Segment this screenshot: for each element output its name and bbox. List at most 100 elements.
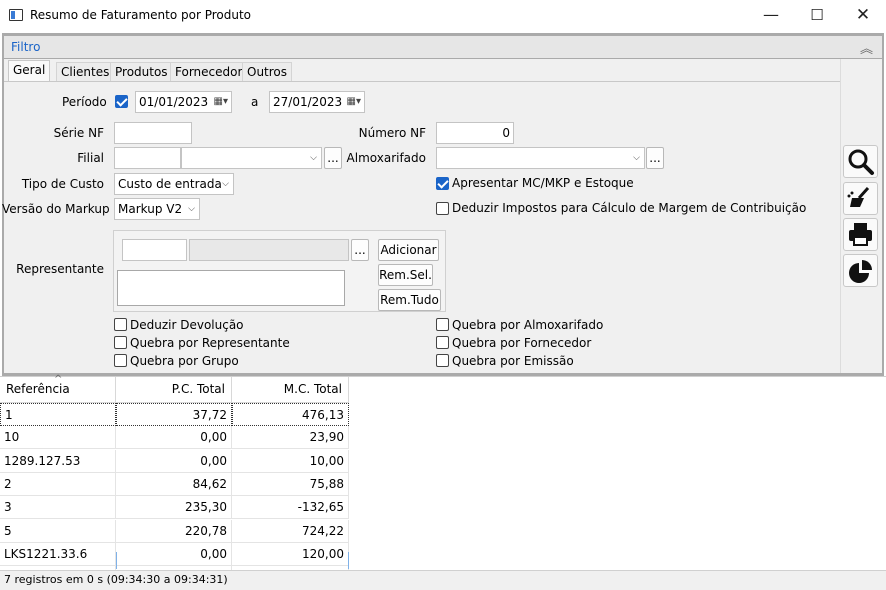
serie-nf-label: Série NF [53, 126, 104, 140]
cell-mc-total[interactable]: 10,00 [232, 449, 349, 473]
cell-pc-total[interactable]: 0,00 [116, 426, 232, 450]
representante-code-input[interactable] [122, 239, 187, 261]
quebra-almoxarifado-checkbox[interactable] [436, 318, 449, 331]
tab-geral[interactable]: Geral [8, 60, 51, 82]
app-icon [9, 9, 23, 21]
periodo-to-value: 27/01/2023 [273, 95, 343, 109]
tab-fornecedor[interactable]: Fornecedor [170, 62, 248, 82]
quebra-representante-label: Quebra por Representante [130, 336, 290, 350]
cell-mc-total[interactable]: 476,13 [232, 403, 349, 426]
cell-pc-total[interactable]: 0,00 [116, 449, 232, 473]
cell-referencia[interactable]: 5 [0, 519, 116, 543]
tipo-custo-value: Custo de entrada [118, 177, 222, 191]
print-button[interactable] [843, 218, 878, 251]
deduzir-devolucao-checkbox[interactable] [114, 318, 127, 331]
quebra-fornecedor-checkbox[interactable] [436, 336, 449, 349]
periodo-to-field[interactable]: 27/01/2023 ▦▾ [269, 91, 365, 113]
cell-pc-total[interactable]: 235,30 [116, 496, 232, 520]
quebra-grupo-checkbox[interactable] [114, 354, 127, 367]
cell-mc-total[interactable]: 120,00 [232, 542, 349, 566]
representante-label: Representante [16, 262, 104, 276]
status-text: 7 registros em 0 s (09:34:30 a 09:34:31) [4, 573, 228, 586]
periodo-separator: a [251, 95, 259, 109]
cell-pc-total[interactable]: 84,62 [116, 472, 232, 496]
almoxarifado-label: Almoxarifado [346, 151, 426, 165]
representante-name-field [189, 239, 349, 261]
chart-icon [849, 260, 872, 283]
tipo-custo-select[interactable]: Custo de entrada ⌵ [114, 173, 234, 195]
versao-markup-select[interactable]: Markup V2 ⌵ [114, 198, 200, 220]
clear-filter-button[interactable] [843, 182, 878, 215]
periodo-from-field[interactable]: 01/01/2023 ▦▾ [135, 91, 232, 113]
tab-outros[interactable]: Outros [242, 62, 293, 82]
close-button[interactable]: ✕ [840, 0, 886, 31]
chevron-down-icon: ⌵ [633, 153, 640, 163]
periodo-checkbox[interactable] [115, 95, 128, 108]
column-header-mc-total[interactable]: M.C. Total [232, 377, 349, 403]
clear-filter-icon [847, 186, 870, 207]
cell-mc-total[interactable]: 23,90 [232, 426, 349, 450]
filial-select[interactable]: ⌵ [181, 147, 322, 169]
minimize-button[interactable]: — [748, 0, 794, 31]
quebra-fornecedor-label: Quebra por Fornecedor [452, 336, 592, 350]
numero-nf-label: Número NF [358, 126, 426, 140]
chevron-down-icon: ⌵ [188, 204, 195, 214]
filial-label: Filial [77, 151, 104, 165]
cell-pc-total[interactable]: 37,72 [116, 403, 232, 426]
column-divider [116, 552, 117, 569]
periodo-from-value: 01/01/2023 [139, 95, 209, 109]
quebra-representante-checkbox[interactable] [114, 336, 127, 349]
deduzir-impostos-checkbox[interactable] [436, 202, 449, 215]
deduzir-impostos-label: Deduzir Impostos para Cálculo de Margem … [452, 201, 807, 215]
chevron-down-icon: ⌵ [222, 179, 229, 189]
cell-mc-total[interactable]: -132,65 [232, 496, 349, 520]
chevron-down-icon: ⌵ [310, 153, 317, 163]
filial-code-input[interactable] [114, 147, 181, 169]
cell-pc-total[interactable]: 220,78 [116, 519, 232, 543]
window-title: Resumo de Faturamento por Produto [30, 8, 252, 22]
versao-markup-label: Versão do Markup [2, 202, 110, 216]
cell-referencia[interactable]: 1 [0, 403, 116, 426]
cell-referencia[interactable]: 1289.127.53 [0, 449, 116, 473]
filter-header[interactable] [4, 36, 882, 58]
quebra-emissao-checkbox[interactable] [436, 354, 449, 367]
cell-referencia[interactable]: LKS1221.33.6 [0, 542, 116, 566]
deduzir-devolucao-label: Deduzir Devolução [130, 318, 244, 332]
representante-browse-button[interactable]: ... [351, 239, 369, 261]
almoxarifado-browse-button[interactable]: ... [646, 147, 664, 169]
numero-nf-input[interactable]: 0 [436, 122, 514, 144]
cell-referencia[interactable]: 3 [0, 496, 116, 520]
versao-markup-value: Markup V2 [118, 202, 183, 216]
cell-referencia[interactable]: 2 [0, 472, 116, 496]
tab-produtos[interactable]: Produtos [110, 62, 173, 82]
cell-pc-total[interactable]: 0,00 [116, 542, 232, 566]
periodo-label: Período [62, 95, 107, 109]
column-header-pc-total[interactable]: P.C. Total [116, 377, 232, 403]
sort-ascending-icon: ^ [54, 374, 63, 385]
print-icon [849, 223, 872, 246]
collapse-icon[interactable]: ︽ [860, 38, 873, 57]
apresentar-mc-checkbox[interactable] [436, 177, 449, 190]
calendar-dropdown-icon[interactable]: ▦▾ [214, 92, 228, 112]
search-icon [848, 149, 874, 175]
quebra-almoxarifado-label: Quebra por Almoxarifado [452, 318, 604, 332]
cell-mc-total[interactable]: 724,22 [232, 519, 349, 543]
remover-selecionado-button[interactable]: Rem.Sel. [378, 264, 433, 286]
calendar-dropdown-icon[interactable]: ▦▾ [347, 92, 361, 112]
tab-clientes[interactable]: Clientes [56, 62, 115, 82]
search-button[interactable] [843, 145, 878, 178]
adicionar-button[interactable]: Adicionar [378, 239, 439, 261]
cell-referencia[interactable]: 10 [0, 426, 116, 450]
almoxarifado-select[interactable]: ⌵ [436, 147, 645, 169]
chart-button[interactable] [843, 254, 878, 287]
representante-list[interactable] [117, 270, 345, 306]
column-divider [348, 552, 349, 569]
quebra-grupo-label: Quebra por Grupo [130, 354, 239, 368]
tab-divider [4, 81, 840, 82]
apresentar-mc-label: Apresentar MC/MKP e Estoque [452, 176, 634, 190]
remover-tudo-button[interactable]: Rem.Tudo [378, 289, 441, 311]
cell-mc-total[interactable]: 75,88 [232, 472, 349, 496]
filter-title: Filtro [11, 40, 41, 54]
serie-nf-input[interactable] [114, 122, 192, 144]
maximize-button[interactable]: ☐ [794, 0, 840, 31]
